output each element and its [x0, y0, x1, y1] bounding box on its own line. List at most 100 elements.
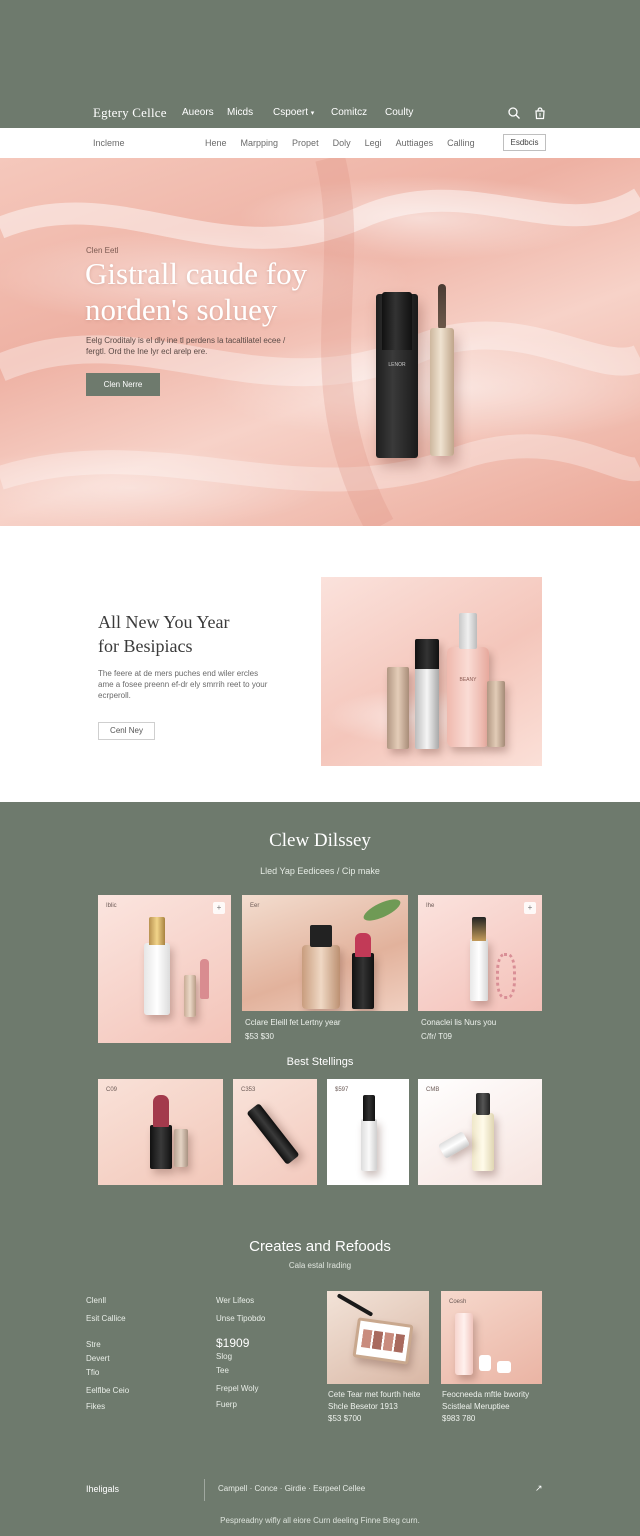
bronze-tube-small-image — [487, 681, 505, 747]
feature-product-image: BEANY — [321, 577, 542, 766]
leaf-decoration — [360, 895, 404, 925]
bestseller-card[interactable]: C09 — [98, 1079, 223, 1185]
info-link[interactable]: Esit Callice — [86, 1312, 129, 1326]
hero-description: Eelg Croditaly is el dly ine tl perdens … — [86, 336, 286, 356]
info-link[interactable]: Unse Tipobdo — [216, 1312, 265, 1326]
promo-name: Feocneeda mftle bwority — [442, 1390, 530, 1399]
white-bottle-image — [144, 943, 170, 1015]
info-link[interactable]: Frepel Woly — [216, 1382, 265, 1396]
info-link[interactable]: Tfio — [86, 1366, 129, 1380]
nav-item-3-label: Cspoert — [273, 107, 309, 118]
product-card[interactable]: Iblic + — [98, 895, 231, 1043]
subnav-link[interactable]: Propet — [292, 138, 319, 148]
header-icons — [507, 106, 547, 120]
primary-nav: Aueors Micds Cspoert ▾ Comitcz Coulty — [182, 107, 425, 118]
product-caption: Cclare Eleill fet Lertny year $53 $30 — [245, 1017, 341, 1043]
info-link[interactable]: Eelflbe Ceio — [86, 1384, 129, 1398]
mini-jar-image — [479, 1355, 491, 1371]
footer-links[interactable]: Campell · Conce · Girdie · Esrpeel Celle… — [218, 1484, 365, 1493]
info-link[interactable]: Clenll — [86, 1294, 129, 1308]
hero-title: Gistrall caude foy norden's soluey — [85, 256, 307, 328]
top-header: Egtery Cellce Aueors Micds Cspoert ▾ Com… — [0, 0, 640, 128]
lipstick-case-image — [150, 1125, 172, 1169]
collection-subtitle: Lled Yap Eedicees / Cip make — [260, 866, 380, 876]
promo-card[interactable] — [327, 1291, 429, 1384]
info-link[interactable]: Slog — [216, 1350, 265, 1364]
info-link[interactable]: Fuerp — [216, 1398, 265, 1412]
feature-cta-button[interactable]: Cenl Ney — [98, 722, 155, 740]
feature-description: The feere at de mers puches end wiler er… — [98, 669, 268, 700]
serum-bottle-image — [455, 1313, 473, 1375]
perfume-cap-lying — [437, 1131, 471, 1159]
nav-item-2[interactable]: Micds — [227, 107, 273, 118]
brand-logo[interactable]: Egtery Cellce — [93, 105, 167, 121]
bestseller-card[interactable]: $597 — [327, 1079, 409, 1185]
bronze-tube-image — [387, 667, 409, 749]
subnav-link[interactable]: Legi — [365, 138, 382, 148]
spray-bottle-label: BEANY — [459, 677, 477, 683]
subnav-button[interactable]: Esdbcis — [503, 134, 546, 151]
foundation-bottle-image: LENOR — [376, 292, 418, 458]
external-link-icon[interactable]: ↗ — [535, 1483, 543, 1494]
gold-cap-image — [149, 917, 165, 945]
bestseller-card[interactable]: C353 — [233, 1079, 317, 1185]
info-column-2: Wer Lifeos Unse Tipobdo $1909 Slog Tee F… — [216, 1294, 265, 1412]
subnav-link[interactable]: Calling — [447, 138, 475, 148]
add-icon[interactable]: + — [524, 902, 536, 914]
hero-banner: Clen Eetl Gistrall caude foy norden's so… — [0, 158, 640, 526]
pearl-necklace-image — [496, 953, 516, 999]
subnav-link[interactable]: Auttiages — [396, 138, 434, 148]
footer-brand[interactable]: Iheligals — [86, 1484, 119, 1494]
pink-spray-bottle-image: BEANY — [447, 613, 489, 747]
product-card[interactable]: Eer — [242, 895, 408, 1011]
nav-item-1[interactable]: Aueors — [182, 107, 227, 118]
palette-pans — [360, 1329, 406, 1353]
nav-item-3[interactable]: Cspoert ▾ — [273, 107, 331, 118]
promo-card[interactable]: Coesh — [441, 1291, 542, 1384]
info-column-1: Clenll Esit Callice Stre Devert Tfio Eel… — [86, 1294, 129, 1414]
perfume-bottle-image — [472, 1113, 494, 1171]
info-price: $1909 — [216, 1336, 250, 1350]
bottle-label: LENOR — [388, 362, 406, 368]
product-tag: Coesh — [449, 1299, 467, 1305]
subnav-link[interactable]: Doly — [333, 138, 351, 148]
bestseller-card[interactable]: CMB — [418, 1079, 542, 1185]
nav-item-4[interactable]: Comitcz — [331, 107, 385, 118]
product-card[interactable]: Ihe + — [418, 895, 542, 1011]
creates-title: Creates and Refoods — [249, 1238, 391, 1255]
product-tag: C09 — [106, 1087, 118, 1093]
product-tag: C353 — [241, 1087, 256, 1093]
hero-cta-button[interactable]: Clen Nerre — [86, 373, 160, 396]
footer-divider — [204, 1479, 205, 1501]
cart-icon[interactable] — [533, 106, 547, 120]
info-link[interactable]: Fikes — [86, 1400, 129, 1414]
info-link[interactable]: Tee — [216, 1364, 265, 1378]
add-icon[interactable]: + — [213, 902, 225, 914]
feature-section: All New You Year for Besipiacs The feere… — [0, 526, 640, 802]
serum-bottle-image — [361, 1119, 377, 1171]
hero-eyebrow: Clen Eetl — [86, 246, 119, 255]
nav-item-5[interactable]: Coulty — [385, 107, 425, 118]
promo-name: Cete Tear met fourth heite — [328, 1390, 421, 1399]
subnav-link[interactable]: Marpping — [241, 138, 279, 148]
bottle-cap — [363, 1095, 375, 1121]
copyright-text: Pespreadny wifly all eiore Curn deeling … — [220, 1516, 420, 1525]
subnav-home[interactable]: Incleme — [93, 138, 125, 148]
spray-nozzle — [459, 613, 477, 649]
info-link[interactable]: Stre — [86, 1338, 129, 1352]
bottle-cap — [472, 917, 486, 941]
mascara-tube-image — [430, 328, 454, 456]
subnav-link[interactable]: Hene — [205, 138, 227, 148]
clear-bottle-image — [470, 939, 488, 1001]
info-link[interactable]: Wer Lifeos — [216, 1294, 265, 1308]
info-link[interactable]: Devert — [86, 1352, 129, 1366]
lipstick-bullet — [355, 933, 371, 957]
best-sellings-title: Best Stellings — [286, 1056, 354, 1068]
creates-subtitle: Cala estal Irading — [288, 1261, 352, 1270]
subnav-links: Hene Marpping Propet Doly Legi Auttiages… — [205, 138, 489, 148]
bottle-cap — [310, 925, 332, 947]
lipstick-tube-image — [246, 1103, 300, 1165]
product-caption: Conaclei lis Nurs you C/fr/ T09 — [421, 1017, 496, 1043]
search-icon[interactable] — [507, 106, 521, 120]
product-price: C/fr/ T09 — [421, 1032, 452, 1041]
